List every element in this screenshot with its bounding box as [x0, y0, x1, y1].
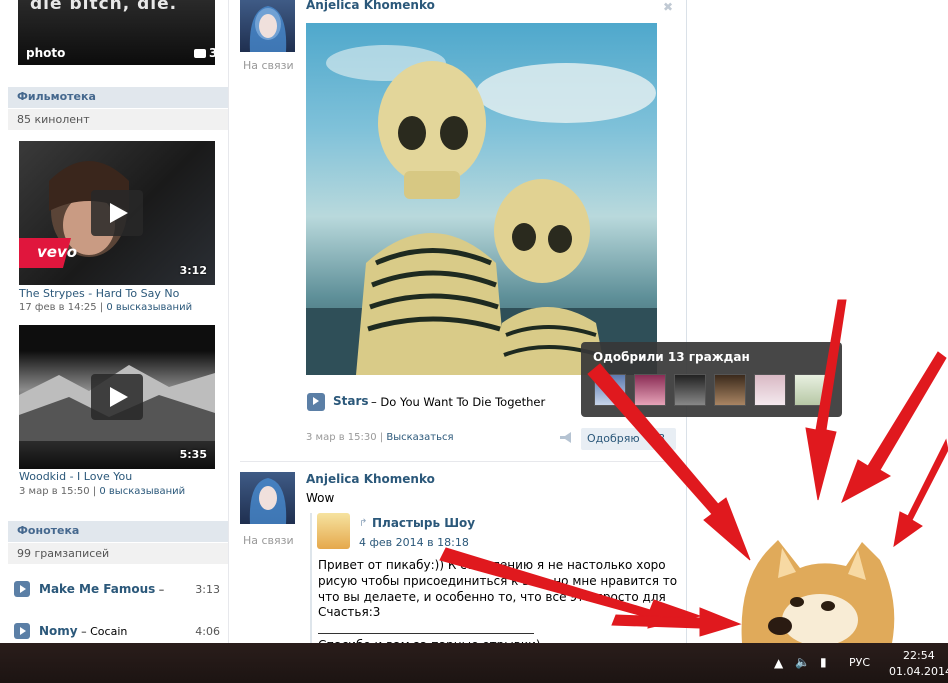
- post-text: Wow: [306, 491, 335, 505]
- group-avatar[interactable]: [317, 513, 350, 549]
- tooltip-title: Одобрили 13 граждан: [593, 350, 750, 364]
- repost-text-line: что вы делаете, и особенно то, что все э…: [318, 590, 666, 604]
- track-artist: Make Me Famous –: [39, 582, 165, 596]
- doge-image: [741, 540, 895, 643]
- play-icon[interactable]: [91, 374, 143, 420]
- audio-artist[interactable]: Stars: [333, 394, 369, 408]
- volume-icon[interactable]: 🔈: [795, 655, 810, 669]
- network-icon[interactable]: ▮: [820, 655, 827, 669]
- megaphone-icon[interactable]: [559, 432, 572, 443]
- meta-separator: |: [376, 432, 387, 443]
- video-date: 17 фев в 14:25: [19, 302, 97, 313]
- track-duration: 4:06: [195, 625, 220, 638]
- page: die bitch, die. photo 3 Фильмотека 85 ки…: [0, 0, 948, 653]
- post-divider: [240, 461, 680, 462]
- audio-count: 99 грамзаписей: [8, 543, 228, 564]
- liker-avatar[interactable]: [714, 374, 746, 406]
- liker-avatar[interactable]: [594, 374, 626, 406]
- photo-banner: die bitch, die.: [30, 0, 178, 14]
- repost-date[interactable]: 4 фев 2014 в 18:18: [359, 536, 469, 549]
- meta-separator: |: [89, 486, 100, 497]
- post-date[interactable]: 3 мар в 15:30: [306, 432, 377, 443]
- video-thumb-2[interactable]: 5:35: [19, 325, 215, 469]
- language-indicator[interactable]: РУС: [849, 656, 870, 669]
- photo-count: 3: [209, 46, 215, 60]
- repost-icon: ↱: [359, 518, 368, 529]
- meta-separator: |: [96, 302, 107, 313]
- repost-author[interactable]: Пластырь Шоу: [372, 516, 475, 530]
- video-comments-link[interactable]: 0 высказываний: [99, 486, 185, 497]
- online-status: На связи: [243, 59, 294, 72]
- avatar[interactable]: [240, 0, 295, 52]
- repost-text-line: Счастья:3: [318, 605, 381, 619]
- left-column: die bitch, die. photo 3 Фильмотека 85 ки…: [8, 0, 228, 643]
- like-button[interactable]: Одобряю 13: [581, 428, 676, 450]
- video-title-2[interactable]: Woodkid - I Love You: [19, 470, 132, 483]
- play-icon[interactable]: [91, 190, 143, 236]
- repost-separator: [318, 633, 534, 634]
- play-icon[interactable]: [14, 623, 30, 639]
- audio-track-2[interactable]: Nomy – Cocain 4:06: [14, 621, 224, 641]
- avatar-art: [249, 478, 287, 524]
- content-right-border: [686, 0, 687, 643]
- repost-text-line: рисую чтобы присоединиться к вам, но мне…: [318, 574, 678, 588]
- clock-time[interactable]: 22:54: [903, 649, 935, 662]
- audio-header[interactable]: Фонотека: [8, 521, 228, 542]
- post-author[interactable]: Anjelica Khomenko: [306, 472, 435, 486]
- video-duration: 3:12: [179, 264, 207, 277]
- vevo-badge: vevo: [37, 243, 78, 261]
- post-meta: 3 мар в 15:30 | Высказаться: [306, 432, 453, 443]
- play-icon[interactable]: [307, 393, 325, 411]
- track-artist: Nomy – Cocain: [39, 624, 128, 638]
- camera-icon: [194, 49, 206, 58]
- films-count: 85 кинолент: [8, 109, 228, 130]
- post-image[interactable]: [306, 23, 657, 375]
- audio-track-1[interactable]: Make Me Famous – 3:13: [14, 579, 224, 599]
- play-icon[interactable]: [14, 581, 30, 597]
- comment-link[interactable]: Высказаться: [386, 432, 453, 443]
- liker-avatar[interactable]: [794, 374, 826, 406]
- skeleton-art: [306, 45, 657, 375]
- video-thumb-1[interactable]: vevo 3:12: [19, 141, 215, 285]
- clock-date[interactable]: 01.04.2014: [889, 665, 948, 678]
- liker-avatar[interactable]: [634, 374, 666, 406]
- video-meta-1: 17 фев в 14:25 | 0 высказываний: [19, 302, 192, 313]
- video-duration: 5:35: [179, 448, 207, 461]
- video-comments-link[interactable]: 0 высказываний: [106, 302, 192, 313]
- liker-avatar[interactable]: [754, 374, 786, 406]
- tray-expand-icon[interactable]: ▲: [774, 656, 783, 670]
- avatar-art: [249, 6, 287, 52]
- likes-tooltip: Одобрили 13 граждан: [581, 342, 842, 417]
- column-divider: [228, 0, 229, 643]
- post-author[interactable]: Anjelica Khomenko: [306, 0, 435, 12]
- video-title-1[interactable]: The Strypes - Hard To Say No: [19, 287, 179, 300]
- audio-title: – Do You Want To Die Together: [371, 395, 546, 409]
- liker-avatar[interactable]: [674, 374, 706, 406]
- like-count: 13: [651, 432, 666, 445]
- films-header[interactable]: Фильмотека: [8, 87, 228, 108]
- repost-text-line: Привет от пикабу:)) К сожалению я не нас…: [318, 558, 666, 572]
- video-meta-2: 3 мар в 15:50 | 0 высказываний: [19, 486, 185, 497]
- online-status: На связи: [243, 534, 294, 547]
- track-duration: 3:13: [195, 583, 220, 596]
- photo-album-thumb[interactable]: die bitch, die. photo 3: [18, 0, 215, 65]
- video-date: 3 мар в 15:50: [19, 486, 90, 497]
- avatar[interactable]: [240, 472, 295, 524]
- post-audio[interactable]: Stars – Do You Want To Die Together: [307, 393, 607, 411]
- photo-label: photo: [26, 46, 66, 60]
- close-icon[interactable]: ✖: [663, 0, 673, 14]
- like-label: Одобряю: [587, 432, 640, 445]
